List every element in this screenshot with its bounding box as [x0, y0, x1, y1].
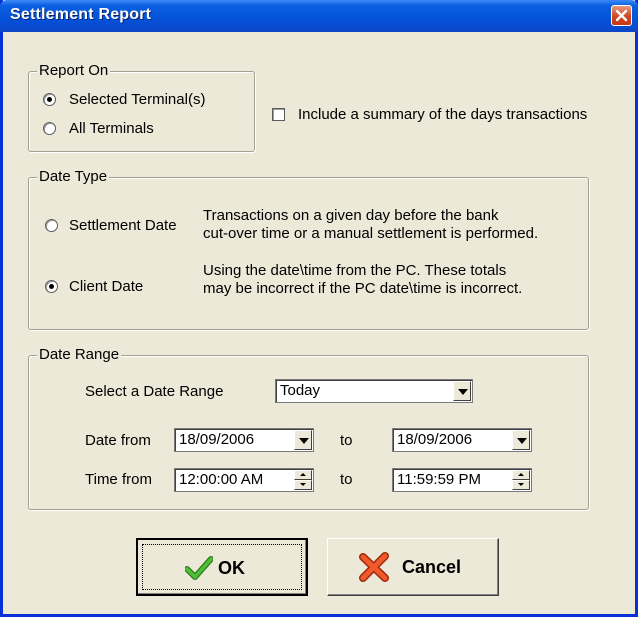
ok-button[interactable]: OK	[136, 538, 308, 596]
report-on-group: Report On Selected Terminal(s) All Termi…	[28, 62, 255, 152]
checkmark-icon	[185, 556, 213, 580]
date-from-dropdown-button[interactable]	[294, 430, 312, 450]
radio-selected-terminals-label[interactable]: Selected Terminal(s)	[69, 91, 205, 109]
date-range-group: Date Range Select a Date Range Today Dat…	[28, 346, 589, 510]
date-range-dropdown-button[interactable]	[453, 381, 471, 401]
settlement-report-dialog: Settlement Report Report On Selected Ter…	[0, 0, 638, 617]
report-on-legend: Report On	[37, 62, 111, 80]
x-cross-icon	[359, 552, 389, 582]
window-title: Settlement Report	[10, 6, 152, 23]
settlement-date-description-1: Transactions on a given day before the b…	[203, 207, 499, 224]
time-to-down-button[interactable]	[512, 480, 530, 490]
date-type-legend: Date Type	[37, 168, 110, 186]
date-range-select[interactable]: Today	[275, 379, 473, 403]
summary-checkbox-label[interactable]: Include a summary of the days transactio…	[298, 106, 587, 124]
close-icon	[615, 9, 628, 22]
summary-checkbox[interactable]	[272, 108, 285, 121]
time-to-spin-buttons[interactable]	[512, 470, 530, 490]
time-to-spinner[interactable]: 11:59:59 PM	[392, 468, 532, 492]
time-from-up-button[interactable]	[294, 470, 312, 480]
radio-client-date[interactable]	[45, 280, 58, 293]
radio-settlement-date-label[interactable]: Settlement Date	[69, 217, 177, 235]
time-to-up-button[interactable]	[512, 470, 530, 480]
time-from-spin-buttons[interactable]	[294, 470, 312, 490]
date-to-label: to	[340, 432, 353, 449]
time-to-value: 11:59:59 PM	[397, 471, 481, 488]
title-bar[interactable]: Settlement Report	[0, 0, 638, 32]
radio-all-terminals[interactable]	[43, 122, 56, 135]
time-from-spinner[interactable]: 12:00:00 AM	[174, 468, 314, 492]
time-from-down-button[interactable]	[294, 480, 312, 490]
time-from-value: 12:00:00 AM	[179, 471, 264, 488]
client-date-description-2: may be incorrect if the PC date\time is …	[203, 280, 523, 297]
date-range-select-value: Today	[280, 382, 321, 399]
date-to-dropdown-button[interactable]	[512, 430, 530, 450]
cancel-button[interactable]: Cancel	[327, 538, 499, 596]
close-button[interactable]	[611, 5, 632, 26]
date-type-group: Date Type Settlement Date Transactions o…	[28, 168, 589, 330]
radio-client-date-label[interactable]: Client Date	[69, 278, 143, 296]
radio-selected-terminals[interactable]	[43, 93, 56, 106]
settlement-date-description-2: cut-over time or a manual settlement is …	[203, 225, 539, 242]
radio-all-terminals-label[interactable]: All Terminals	[69, 120, 154, 138]
date-to-value: 18/09/2006	[397, 431, 473, 448]
select-date-range-label: Select a Date Range	[85, 383, 224, 400]
date-from-picker[interactable]: 18/09/2006	[174, 428, 314, 452]
ok-button-label: OK	[218, 558, 245, 578]
date-range-legend: Date Range	[37, 346, 122, 364]
time-from-label: Time from	[85, 471, 152, 488]
time-to-label: to	[340, 471, 353, 488]
date-to-picker[interactable]: 18/09/2006	[392, 428, 532, 452]
date-from-label: Date from	[85, 432, 151, 449]
cancel-button-label: Cancel	[402, 557, 462, 577]
client-date-description-1: Using the date\time from the PC. These t…	[203, 262, 507, 279]
date-from-value: 18/09/2006	[179, 431, 255, 448]
radio-settlement-date[interactable]	[45, 219, 58, 232]
